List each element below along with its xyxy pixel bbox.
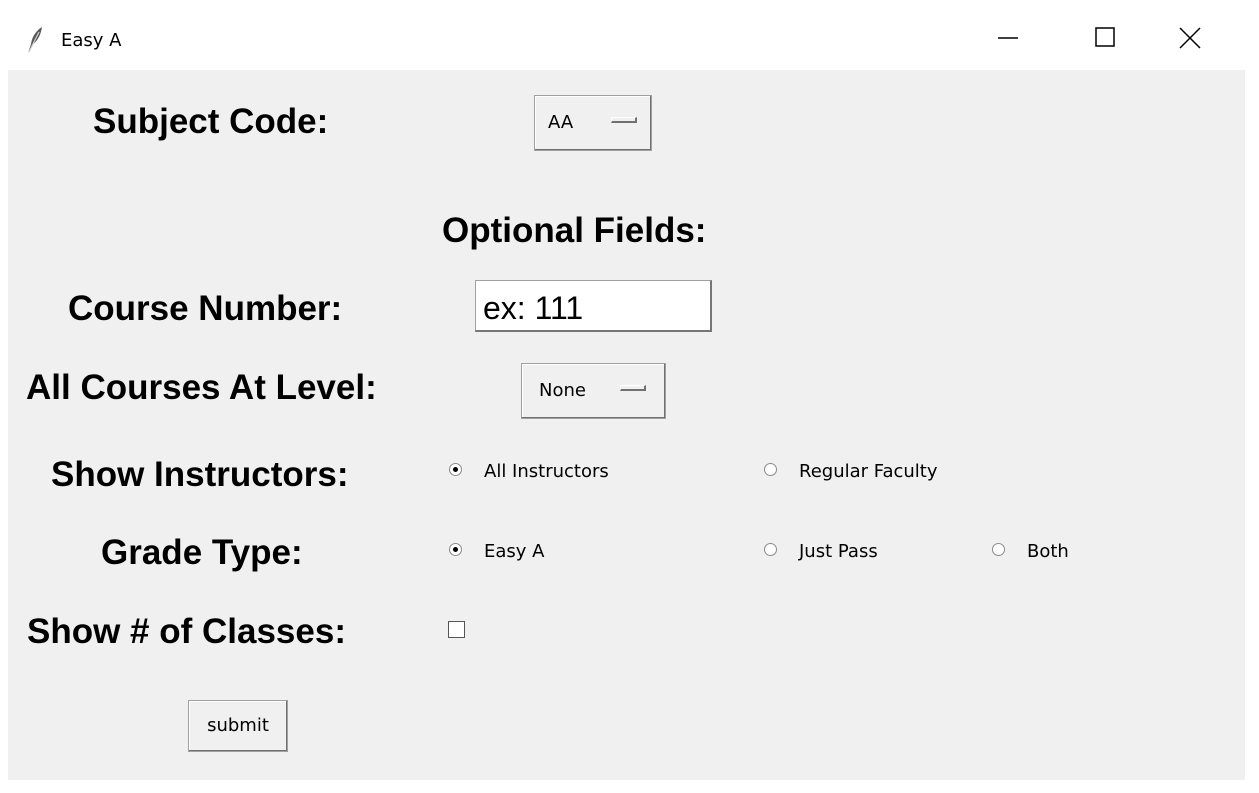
show-classes-label: Show # of Classes: — [27, 612, 346, 651]
subject-code-dropdown[interactable]: AA — [534, 95, 652, 151]
level-label: All Courses At Level: — [26, 368, 377, 407]
title-bar[interactable]: Easy A — [0, 0, 1259, 70]
dropdown-indicator-icon — [611, 117, 637, 123]
show-classes-checkbox[interactable] — [448, 621, 465, 638]
radio-easy-a[interactable] — [449, 543, 462, 556]
radio-just-pass-label[interactable]: Just Pass — [799, 541, 878, 562]
radio-all-instructors[interactable] — [449, 463, 462, 476]
course-number-input[interactable] — [475, 280, 712, 332]
app-window: Easy A Subject Code: AA Optional Fields: — [0, 0, 1259, 793]
radio-easy-a-label[interactable]: Easy A — [484, 541, 544, 562]
radio-both-label[interactable]: Both — [1027, 541, 1069, 562]
grade-type-label: Grade Type: — [101, 533, 303, 572]
minimize-button[interactable] — [998, 16, 1048, 60]
course-number-label: Course Number: — [68, 289, 343, 328]
submit-button[interactable]: submit — [188, 700, 288, 752]
maximize-button[interactable] — [1080, 16, 1130, 60]
radio-both[interactable] — [992, 543, 1005, 556]
close-button[interactable] — [1178, 16, 1228, 60]
form-area: Subject Code: AA Optional Fields: Course… — [8, 70, 1245, 780]
subject-code-label: Subject Code: — [93, 102, 329, 141]
window-title: Easy A — [61, 30, 122, 51]
show-instructors-label: Show Instructors: — [51, 455, 349, 494]
radio-regular-faculty-label[interactable]: Regular Faculty — [799, 461, 938, 482]
level-dropdown[interactable]: None — [521, 363, 666, 419]
optional-fields-heading: Optional Fields: — [442, 211, 707, 250]
radio-regular-faculty[interactable] — [764, 463, 777, 476]
feather-icon — [26, 26, 44, 54]
radio-just-pass[interactable] — [764, 543, 777, 556]
dropdown-indicator-icon — [620, 385, 646, 391]
radio-all-instructors-label[interactable]: All Instructors — [484, 461, 609, 482]
subject-code-value: AA — [548, 112, 574, 133]
level-value: None — [539, 380, 586, 401]
